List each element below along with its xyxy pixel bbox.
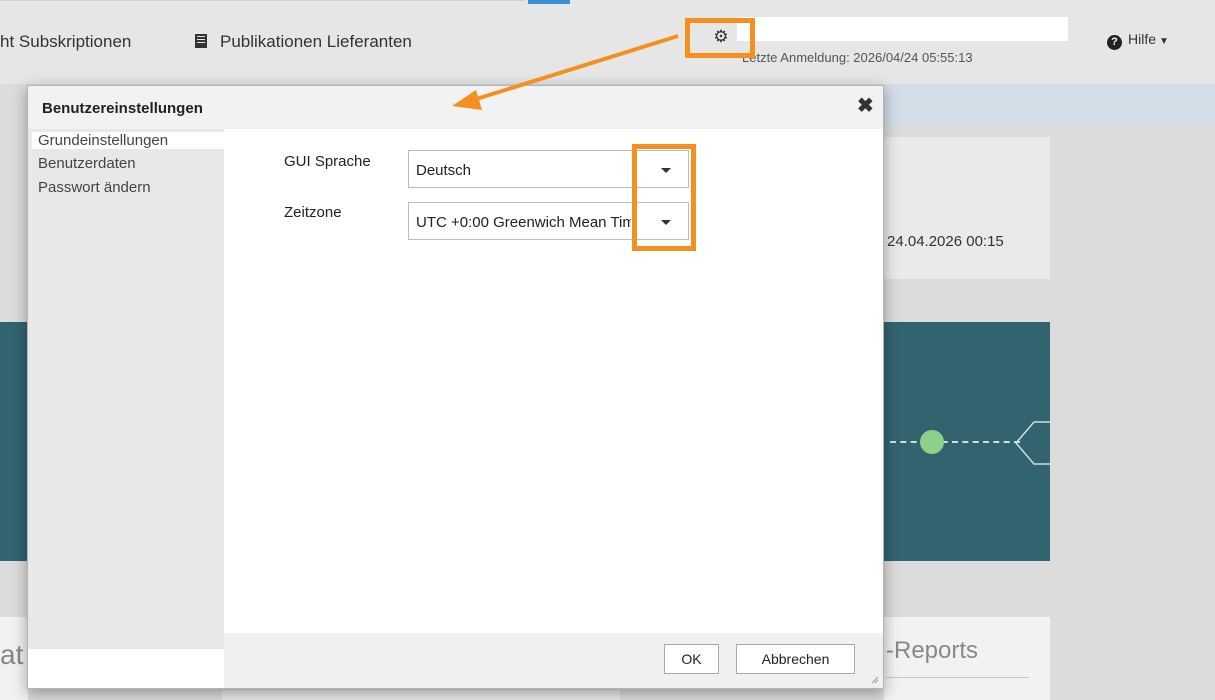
card-reports: -Reports bbox=[884, 617, 1050, 700]
nav-item-publications[interactable]: Publikationen Lieferanten bbox=[195, 32, 412, 52]
card-reports-title: -Reports bbox=[886, 637, 979, 664]
active-tab-indicator bbox=[528, 0, 570, 4]
card-left-text: at bbox=[0, 639, 24, 670]
date-text: 24.04.2026 00:15 bbox=[887, 233, 1004, 250]
sidebar-item-user-data[interactable]: Benutzerdaten bbox=[38, 155, 136, 172]
help-menu[interactable]: ? Hilfe ▼ bbox=[1107, 31, 1169, 50]
dialog-title: Benutzereinstellungen bbox=[42, 100, 203, 117]
nav-item-subscriptions[interactable]: ht Subskriptionen bbox=[0, 32, 131, 52]
question-circle-icon: ? bbox=[1107, 35, 1122, 50]
settings-sidebar: Grundeinstellungen Benutzerdaten Passwor… bbox=[28, 129, 224, 649]
sidebar-item-change-password[interactable]: Passwort ändern bbox=[38, 179, 151, 196]
background-strip bbox=[222, 690, 620, 700]
sidebar-footer bbox=[28, 649, 224, 688]
dialog-header: Benutzereinstellungen ✖ bbox=[28, 86, 883, 129]
sidebar-item-basic-settings[interactable]: Grundeinstellungen bbox=[32, 132, 224, 149]
building-icon bbox=[195, 34, 207, 48]
card-divider bbox=[886, 677, 1029, 678]
gear-highlight bbox=[685, 18, 755, 58]
close-icon[interactable]: ✖ bbox=[857, 95, 874, 117]
timeline-line bbox=[890, 441, 1020, 443]
timezone-value: UTC +0:00 Greenwich Mean Time bbox=[416, 214, 631, 231]
user-settings-dialog: Benutzereinstellungen ✖ Grundeinstellung… bbox=[27, 85, 884, 689]
top-navigation-bar: ht Subskriptionen Publikationen Lieferan… bbox=[0, 0, 1215, 84]
dropdown-highlight bbox=[632, 144, 696, 251]
timeline-dot bbox=[920, 430, 944, 454]
last-login-text: Letzte Anmeldung: 2026/04/24 05:55:13 bbox=[742, 50, 973, 65]
timeline-bracket bbox=[1015, 421, 1060, 465]
ok-button[interactable]: OK bbox=[664, 644, 719, 674]
caret-down-icon: ▼ bbox=[1159, 36, 1169, 47]
card-left: at bbox=[0, 617, 28, 700]
resize-grip-icon[interactable] bbox=[871, 676, 879, 684]
cancel-button[interactable]: Abbrechen bbox=[736, 644, 855, 674]
language-label: GUI Sprache bbox=[284, 153, 371, 170]
nav-item-publications-label: Publikationen Lieferanten bbox=[220, 32, 412, 51]
search-input[interactable] bbox=[737, 17, 1068, 41]
language-value: Deutsch bbox=[416, 162, 472, 179]
help-label: Hilfe bbox=[1128, 31, 1157, 47]
timezone-label: Zeitzone bbox=[284, 204, 342, 221]
topbar-divider bbox=[0, 0, 525, 1]
